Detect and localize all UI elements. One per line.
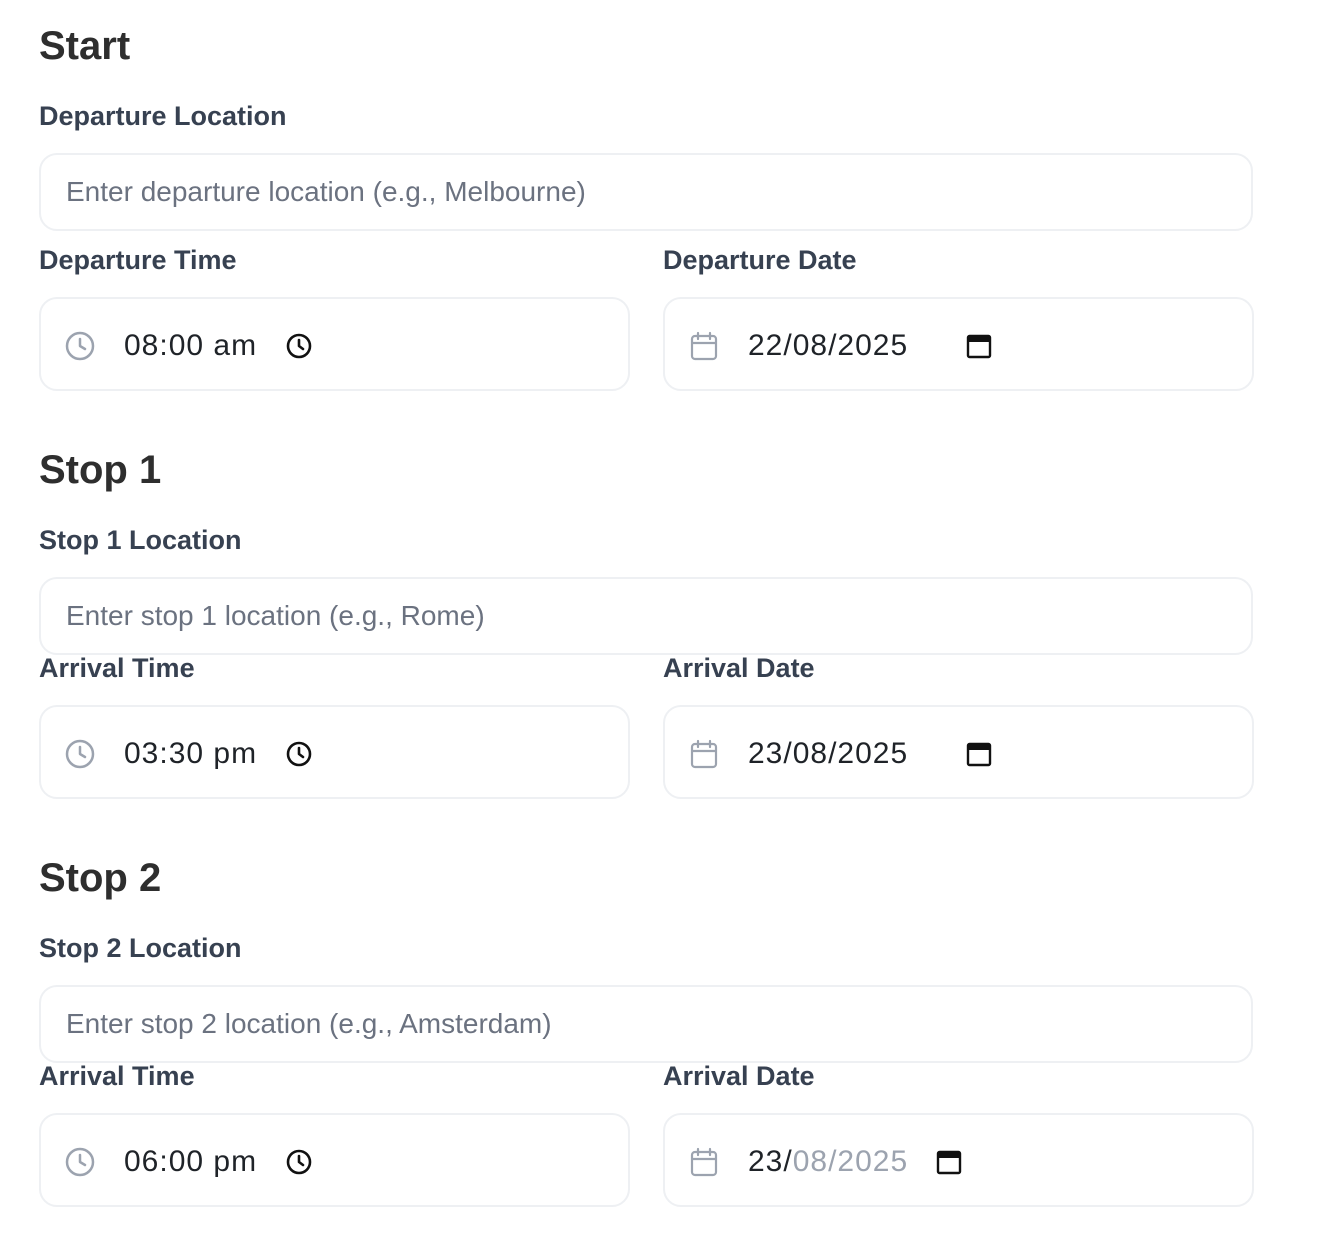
stop-1-location-label: Stop 1 Location	[39, 525, 242, 555]
stop-2-location-placeholder: Enter stop 2 location (e.g., Amsterdam)	[66, 1008, 552, 1039]
stop-1-arrival-date-input[interactable]: 23/08/2025	[663, 705, 1254, 799]
stop-1-arrival-time-label: Arrival Time	[39, 653, 195, 683]
section-heading: Stop 1	[39, 448, 162, 492]
stop-1-arrival-date-value: 23/08/2025	[748, 737, 909, 770]
stop-2-arrival-date-input[interactable]: 23/08/2025	[663, 1113, 1254, 1207]
section-heading: Start	[39, 24, 131, 68]
stop-1-arrival-date-label: Arrival Date	[663, 653, 815, 683]
departure-location-input[interactable]: Enter departure location (e.g., Melbourn…	[39, 153, 1253, 231]
clock-icon	[65, 739, 95, 769]
stop-2-arrival-date-value: 23/08/2025	[748, 1146, 908, 1178]
stop-2-arrival-time-value: 06:00 pm	[124, 1145, 258, 1178]
clock-icon	[65, 331, 95, 361]
calendar-icon	[690, 739, 718, 769]
departure-time-value: 08:00 am	[124, 329, 258, 362]
clock-icon	[65, 1147, 95, 1177]
departure-time-input[interactable]: 08:00 am	[39, 297, 630, 391]
stop-2-location-input[interactable]: Enter stop 2 location (e.g., Amsterdam)	[39, 985, 1253, 1063]
stop-2-location-label: Stop 2 Location	[39, 933, 242, 963]
stop-2-arrival-time-input[interactable]: 06:00 pm	[39, 1113, 630, 1207]
departure-time-label: Departure Time	[39, 245, 237, 275]
calendar-picker-icon[interactable]	[935, 1148, 963, 1176]
departure-date-input[interactable]: 22/08/2025	[663, 297, 1254, 391]
departure-date-value: 22/08/2025	[748, 329, 909, 362]
departure-location-label: Departure Location	[39, 101, 287, 131]
stop-1-arrival-time-value: 03:30 pm	[124, 737, 258, 770]
calendar-picker-icon[interactable]	[965, 332, 993, 360]
section-heading: Stop 2	[39, 856, 162, 900]
calendar-picker-icon[interactable]	[965, 740, 993, 768]
stop-1-location-placeholder: Enter stop 1 location (e.g., Rome)	[66, 600, 485, 631]
clock-picker-icon[interactable]	[285, 1148, 313, 1176]
stop-2-arrival-date-label: Arrival Date	[663, 1061, 815, 1091]
clock-picker-icon[interactable]	[285, 332, 313, 360]
stop-2-arrival-time-label: Arrival Time	[39, 1061, 195, 1091]
stop-2-arrival-date-day: 23/	[748, 1145, 793, 1178]
calendar-icon	[690, 331, 718, 361]
departure-location-placeholder: Enter departure location (e.g., Melbourn…	[66, 176, 586, 207]
clock-picker-icon[interactable]	[285, 740, 313, 768]
calendar-icon	[690, 1147, 718, 1177]
stop-2-arrival-date-month-year: 08/2025	[792, 1145, 909, 1178]
stop-1-arrival-time-input[interactable]: 03:30 pm	[39, 705, 630, 799]
departure-date-label: Departure Date	[663, 245, 857, 275]
stop-1-location-input[interactable]: Enter stop 1 location (e.g., Rome)	[39, 577, 1253, 655]
